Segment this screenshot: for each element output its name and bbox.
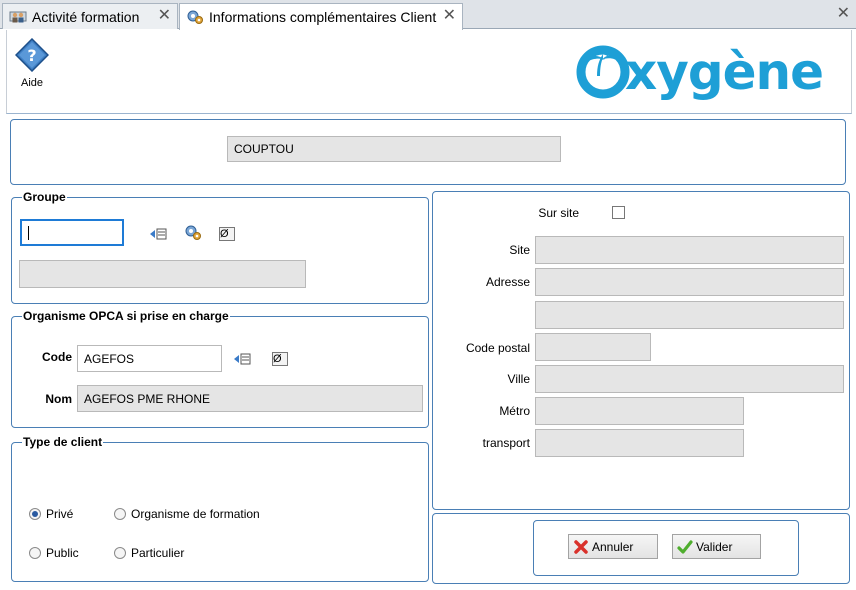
groupe-legend: Groupe — [22, 190, 67, 204]
help-button[interactable]: ? Aide — [14, 37, 50, 89]
radio-prive[interactable] — [29, 508, 41, 520]
clear-button[interactable]: Ø — [218, 225, 236, 243]
oxygene-logo: xygène — [575, 40, 840, 101]
site-label: Site — [509, 243, 530, 257]
code-postal-label: Code postal — [465, 341, 530, 355]
radio-particulier[interactable] — [114, 547, 126, 559]
code-postal-field — [535, 333, 651, 361]
transport-field — [535, 429, 744, 457]
empty-set-icon: Ø — [219, 227, 235, 241]
tab-label: Activité formation — [32, 8, 140, 25]
select-list-button[interactable] — [233, 350, 251, 368]
opca-code-input[interactable]: AGEFOS — [77, 345, 222, 372]
training-icon — [9, 9, 27, 25]
select-list-icon — [234, 353, 251, 365]
groupe-name-field — [19, 260, 306, 288]
adresse-field-2 — [535, 301, 844, 329]
select-list-icon — [150, 228, 167, 240]
sur-site-checkbox[interactable] — [612, 206, 625, 219]
settings-button[interactable] — [184, 224, 202, 242]
close-icon[interactable]: ✕ — [443, 8, 456, 24]
client-name-field: COUPTOU — [227, 136, 561, 162]
opca-nom-label: Nom — [45, 392, 72, 406]
transport-label: transport — [482, 436, 530, 450]
logo-text: xygène — [625, 43, 823, 100]
select-list-button[interactable] — [149, 225, 167, 243]
tab-activite-formation[interactable]: Activité formation ✕ — [2, 3, 178, 29]
tab-label: Informations complémentaires Client — [209, 9, 437, 25]
groupe-code-input[interactable] — [20, 219, 124, 246]
opca-nom-field: AGEFOS PME RHONE — [77, 385, 423, 412]
checkmark-icon — [677, 539, 693, 555]
help-icon: ? — [14, 37, 50, 75]
adresse-label: Adresse — [485, 275, 530, 289]
cancel-icon — [573, 539, 589, 555]
ville-field — [535, 365, 844, 393]
ville-label: Ville — [507, 372, 530, 386]
gears-icon — [186, 9, 204, 25]
type-client-legend: Type de client — [22, 435, 104, 449]
validate-button[interactable]: Valider — [672, 534, 761, 559]
adresse-field-1 — [535, 268, 844, 296]
metro-label: Métro — [499, 404, 530, 418]
tab-informations-client[interactable]: Informations complémentaires Client ✕ — [179, 3, 463, 30]
metro-field — [535, 397, 744, 425]
cancel-button[interactable]: Annuler — [568, 534, 658, 559]
close-icon[interactable]: ✕ — [158, 8, 171, 24]
close-icon[interactable]: ✕ — [837, 3, 850, 23]
opca-code-label: Code — [42, 350, 72, 364]
sur-site-label: Sur site — [538, 206, 579, 220]
text-cursor — [28, 225, 29, 240]
radio-organisme-formation-label: Organisme de formation — [131, 507, 260, 521]
cancel-label: Annuler — [592, 539, 634, 554]
radio-organisme-formation[interactable] — [114, 508, 126, 520]
radio-particulier-label: Particulier — [131, 546, 185, 560]
clear-button[interactable]: Ø — [271, 350, 289, 368]
validate-label: Valider — [696, 539, 733, 554]
radio-public[interactable] — [29, 547, 41, 559]
site-field — [535, 236, 844, 264]
gears-icon — [185, 225, 201, 240]
help-label: Aide — [20, 77, 44, 89]
radio-prive-label: Privé — [46, 507, 74, 521]
radio-public-label: Public — [46, 546, 79, 560]
empty-set-icon: Ø — [272, 352, 288, 366]
svg-text:?: ? — [27, 46, 36, 65]
opca-legend: Organisme OPCA si prise en charge — [22, 309, 230, 323]
